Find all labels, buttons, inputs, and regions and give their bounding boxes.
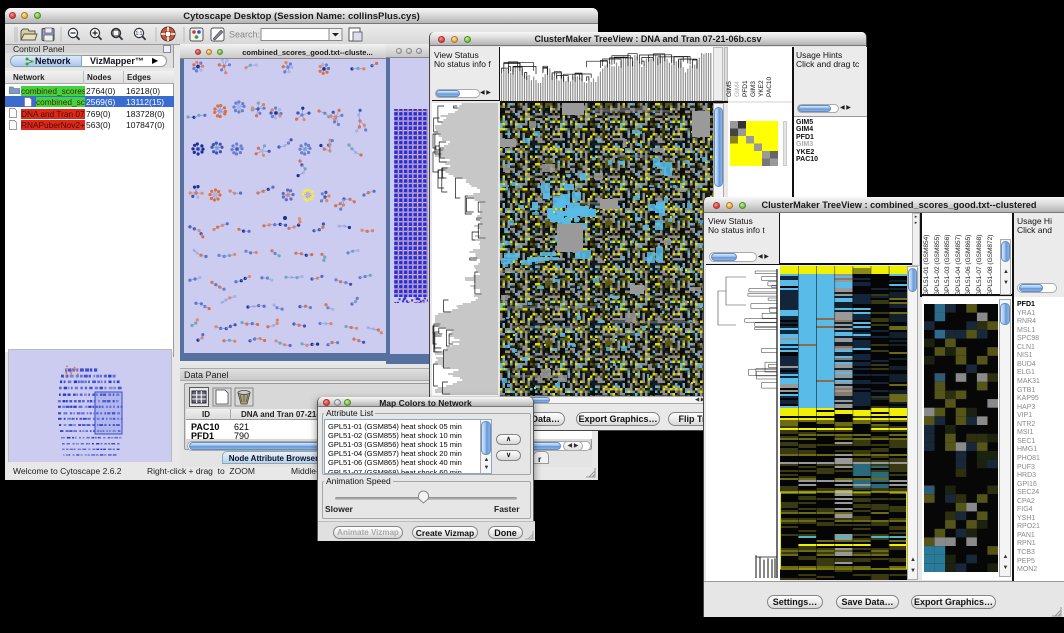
svg-text:1:1: 1:1: [136, 31, 143, 37]
svg-text:Search:: Search:: [229, 30, 260, 40]
